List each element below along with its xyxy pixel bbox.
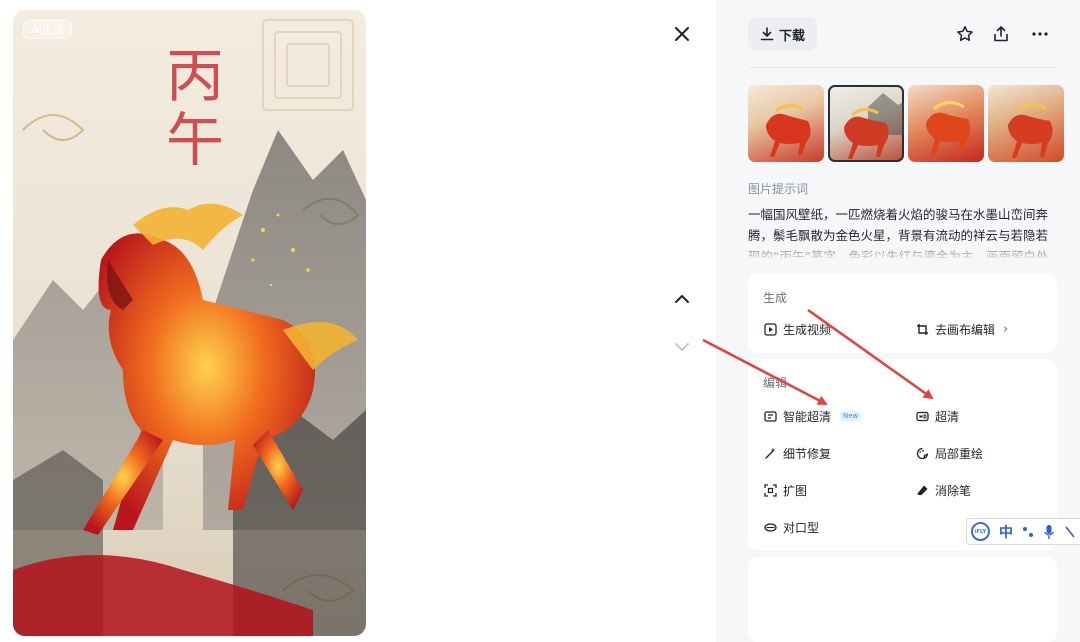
star-icon: [957, 26, 973, 42]
artwork-calligraphy: 丙午: [165, 42, 226, 174]
microphone-icon[interactable]: [1043, 524, 1055, 540]
more-button[interactable]: [1028, 22, 1052, 46]
hd-icon: [915, 409, 929, 423]
thumbnail-strip: [748, 85, 1064, 162]
smart-hd-button[interactable]: 智能超清 New: [763, 406, 862, 426]
expand-image-button[interactable]: 扩图: [763, 480, 807, 500]
smart-hd-label: 智能超清: [783, 409, 832, 424]
hd-label: 超清: [935, 409, 960, 424]
prompt-text: 一幅国风壁纸，一匹燃烧着火焰的骏马在水墨山峦间奔腾，鬃毛飘散为金色火星，背景有流…: [748, 207, 1049, 258]
edit-section-title: 编辑: [763, 376, 788, 390]
generate-video-button[interactable]: 生成视频: [763, 319, 831, 339]
canvas-edit-button[interactable]: 去画布编辑 ›: [915, 319, 1008, 339]
inpaint-label: 局部重绘: [935, 446, 984, 461]
canvas-edit-label: 去画布编辑: [935, 322, 996, 337]
ime-toolbar: iFLY 中: [966, 518, 1080, 545]
smart-hd-icon: [763, 409, 777, 423]
eraser-label: 消除笔: [935, 483, 972, 498]
thumbnail[interactable]: [748, 85, 824, 162]
download-label: 下载: [779, 28, 806, 44]
download-button[interactable]: 下载: [748, 17, 818, 51]
expand-icon: [763, 483, 777, 497]
ai-generated-badge: AI生成: [23, 20, 72, 39]
share-icon: [994, 26, 1008, 42]
thumbnail[interactable]: [908, 85, 984, 162]
thumbnail[interactable]: [988, 85, 1064, 162]
eraser-icon: [915, 483, 929, 497]
lip-sync-icon: [763, 520, 777, 534]
generate-section: 生成 生成视频 去画布编辑 ›: [748, 273, 1057, 353]
generated-image[interactable]: AI生成 丙午: [13, 10, 366, 636]
ime-mode-toggle[interactable]: 中: [999, 522, 1013, 542]
more-tools-section: [748, 557, 1057, 642]
close-button[interactable]: [670, 22, 694, 46]
expand-image-label: 扩图: [783, 483, 808, 498]
detail-repair-label: 细节修复: [783, 446, 832, 461]
new-badge: New: [840, 411, 862, 421]
eraser-button[interactable]: 消除笔: [915, 480, 971, 500]
chevron-down-icon: [675, 343, 689, 351]
download-icon: [760, 27, 774, 41]
favorite-button[interactable]: [953, 22, 977, 46]
chevron-up-icon: [675, 295, 689, 303]
toolbar: 下载: [748, 17, 1058, 51]
inpaint-button[interactable]: 局部重绘: [915, 443, 983, 463]
chevron-right-icon: ›: [1003, 321, 1009, 337]
toolbar-divider: [748, 67, 1057, 68]
detail-repair-button[interactable]: 细节修复: [763, 443, 831, 463]
ime-logo[interactable]: iFLY: [971, 522, 990, 541]
lip-sync-button[interactable]: 对口型: [763, 517, 819, 537]
hd-button[interactable]: 超清: [915, 406, 959, 426]
canvas-crop-icon: [915, 322, 929, 336]
prompt-label: 图片提示词: [748, 182, 809, 196]
magic-wand-icon: [763, 446, 777, 460]
lip-sync-label: 对口型: [783, 520, 820, 535]
more-icon: [1032, 32, 1048, 36]
thumbnail-selected[interactable]: [828, 85, 904, 162]
punctuation-icon[interactable]: [1022, 525, 1034, 539]
brush-palette-icon: [915, 446, 929, 460]
play-icon: [763, 322, 777, 336]
generate-section-title: 生成: [763, 291, 788, 305]
ime-menu-icon[interactable]: [1064, 525, 1076, 539]
close-icon: [675, 27, 689, 41]
next-button[interactable]: [670, 335, 694, 359]
share-button[interactable]: [989, 22, 1013, 46]
generate-video-label: 生成视频: [783, 322, 832, 337]
previous-button[interactable]: [670, 287, 694, 311]
